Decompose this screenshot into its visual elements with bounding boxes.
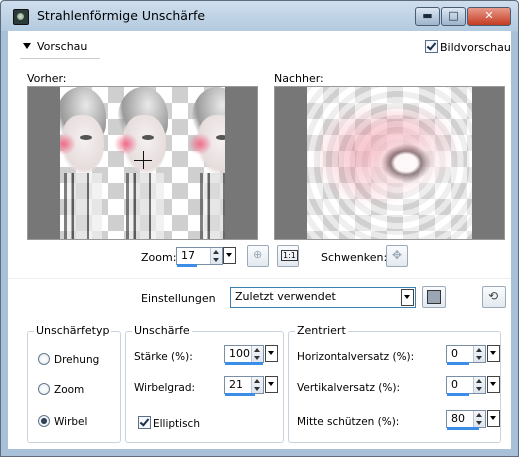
blur-group: Unschärfe Stärke (%): 100 Wirbelgrad: 21… xyxy=(125,324,284,443)
v-offset-input[interactable]: 0 xyxy=(446,376,486,396)
app-icon xyxy=(13,9,29,25)
center-title: Zentriert xyxy=(295,324,348,337)
radio-zoom[interactable]: Zoom xyxy=(38,383,84,396)
before-label: Vorher: xyxy=(27,72,67,85)
h-offset-value: 0 xyxy=(451,347,458,360)
radio-selected-icon xyxy=(38,415,50,427)
radio-drehung[interactable]: Drehung xyxy=(38,353,99,366)
preview-toggle[interactable]: Vorschau xyxy=(23,40,87,53)
spin-arrows-icon[interactable] xyxy=(210,248,222,264)
spin-arrows-icon[interactable] xyxy=(251,377,263,393)
save-icon xyxy=(427,290,441,304)
pan-label: Schwenken: xyxy=(321,251,388,264)
spin-arrows-icon[interactable] xyxy=(473,377,485,393)
elliptic-label: Elliptisch xyxy=(153,418,200,430)
blur-type-group: Unschärfetyp Drehung Zoom Wirbel xyxy=(27,324,121,443)
center-group: Zentriert Horizontalversatz (%): 0 Verti… xyxy=(288,324,501,443)
blur-title: Unschärfe xyxy=(132,324,192,337)
strength-level-bar xyxy=(225,362,263,365)
reset-preset-button[interactable]: ⟲ xyxy=(482,286,506,308)
blur-type-title: Unschärfetyp xyxy=(34,324,112,337)
title-bar[interactable]: Strahlenförmige Unschärfe ▬ □ ✕ xyxy=(1,1,518,31)
reset-icon: ⟲ xyxy=(488,289,499,303)
swirl-dropdown-button[interactable] xyxy=(265,376,278,393)
minimize-button[interactable]: ▬ xyxy=(415,7,440,26)
strength-dropdown-button[interactable] xyxy=(265,345,278,362)
spin-arrows-icon[interactable] xyxy=(473,346,485,362)
spin-arrows-icon[interactable] xyxy=(251,346,263,362)
fit-icon: ⊕ xyxy=(253,248,263,261)
settings-label: Einstellungen xyxy=(141,292,216,305)
strength-label: Stärke (%): xyxy=(134,351,193,363)
protect-center-dropdown-button[interactable] xyxy=(487,410,500,427)
dialog-body: Vorschau Bildvorschau Vorher: Nachher: Z… xyxy=(8,31,511,449)
zoom-level-bar xyxy=(177,264,197,267)
after-image xyxy=(307,87,472,239)
protect-center-value: 80 xyxy=(451,412,465,425)
radio-zoom-label: Zoom xyxy=(54,384,85,396)
radio-wirbel-label: Wirbel xyxy=(54,416,88,428)
zoom-actual-size-button[interactable]: 1:1 xyxy=(277,245,299,267)
settings-select[interactable]: Zuletzt verwendet xyxy=(230,287,416,308)
move-icon: ✥ xyxy=(392,248,403,262)
save-preset-button[interactable] xyxy=(422,286,446,308)
divider xyxy=(20,58,100,59)
before-preview[interactable] xyxy=(27,86,258,240)
radio-icon xyxy=(38,353,50,365)
swirl-effect xyxy=(307,87,472,239)
radio-icon xyxy=(38,383,50,395)
v-offset-value: 0 xyxy=(451,378,458,391)
settings-selected-value: Zuletzt verwendet xyxy=(235,290,336,303)
after-preview xyxy=(274,86,505,240)
checkbox-checked-icon xyxy=(425,40,438,53)
after-label: Nachher: xyxy=(274,72,324,85)
bildvorschau-checkbox[interactable]: Bildvorschau xyxy=(425,40,511,54)
face-figure xyxy=(60,87,110,239)
zoom-dropdown-button[interactable] xyxy=(223,247,236,264)
swirl-value: 21 xyxy=(229,378,243,391)
close-button[interactable]: ✕ xyxy=(467,7,511,26)
checkbox-checked-icon xyxy=(138,416,151,429)
preview-toggle-label: Vorschau xyxy=(37,40,88,53)
zoom-fit-button[interactable]: ⊕ xyxy=(247,245,269,267)
protect-center-input[interactable]: 80 xyxy=(446,410,486,430)
radio-drehung-label: Drehung xyxy=(54,354,100,366)
radio-wirbel[interactable]: Wirbel xyxy=(38,415,87,428)
swirl-label: Wirbelgrad: xyxy=(134,382,196,394)
zoom-value: 17 xyxy=(181,249,195,262)
face-figure xyxy=(186,87,225,239)
h-offset-dropdown-button[interactable] xyxy=(487,345,500,362)
crosshair-icon xyxy=(143,151,144,169)
protect-center-level-bar xyxy=(447,427,479,430)
v-offset-dropdown-button[interactable] xyxy=(487,376,500,393)
zoom-input[interactable]: 17 xyxy=(176,247,223,267)
face-figure xyxy=(112,87,172,239)
window-title: Strahlenförmige Unschärfe xyxy=(37,8,206,23)
swirl-level-bar xyxy=(225,393,255,396)
elliptic-checkbox[interactable]: Elliptisch xyxy=(138,416,200,430)
h-offset-input[interactable]: 0 xyxy=(446,345,486,365)
dialog-window: Strahlenförmige Unschärfe ▬ □ ✕ Vorschau… xyxy=(0,0,519,457)
chevron-down-icon[interactable] xyxy=(401,289,414,306)
zoom-label: Zoom: xyxy=(141,251,177,264)
spin-arrows-icon[interactable] xyxy=(473,411,485,427)
triangle-down-icon xyxy=(23,43,31,49)
divider xyxy=(8,278,511,279)
strength-input[interactable]: 100 xyxy=(224,345,264,365)
h-offset-level-bar xyxy=(447,362,469,365)
bildvorschau-label: Bildvorschau xyxy=(440,41,511,54)
pan-button[interactable]: ✥ xyxy=(386,245,408,267)
v-offset-label: Vertikalversatz (%): xyxy=(297,382,400,394)
h-offset-label: Horizontalversatz (%): xyxy=(297,351,415,363)
swirl-input[interactable]: 21 xyxy=(224,376,264,396)
one-to-one-icon: 1:1 xyxy=(281,250,298,261)
v-offset-level-bar xyxy=(447,393,469,396)
strength-value: 100 xyxy=(229,347,250,360)
protect-center-label: Mitte schützen (%): xyxy=(297,416,400,428)
before-image xyxy=(60,87,225,239)
maximize-button[interactable]: □ xyxy=(441,7,466,26)
